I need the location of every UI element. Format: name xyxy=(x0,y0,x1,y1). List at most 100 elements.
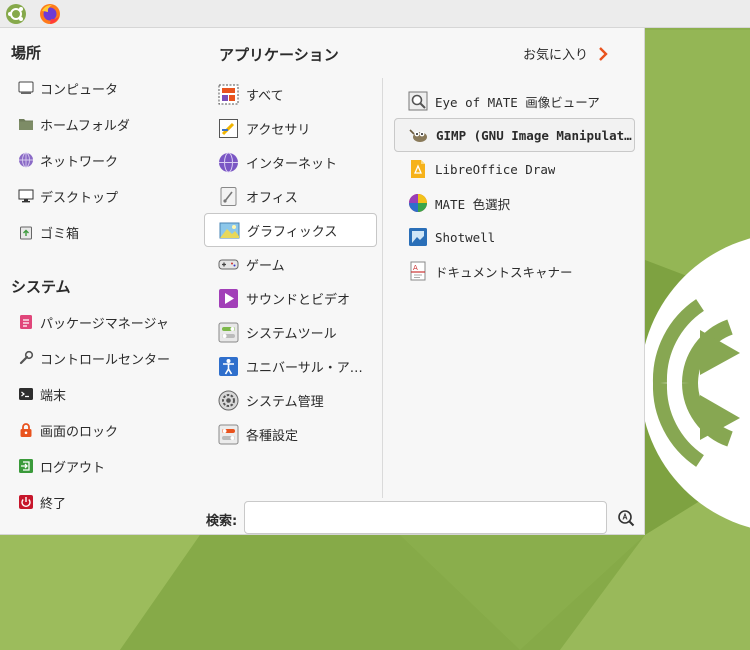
system-item-package-manager[interactable]: パッケージマネージャ xyxy=(10,304,200,340)
category-sound-video[interactable]: サウンドとビデオ xyxy=(204,281,377,315)
color-picker-icon xyxy=(409,194,427,212)
system-item-shutdown[interactable]: 終了 xyxy=(10,484,200,520)
search-input[interactable] xyxy=(244,501,607,534)
category-label: ユニバーサル・ア… xyxy=(246,360,363,376)
office-icon xyxy=(220,186,237,206)
system-item-logout[interactable]: ログアウト xyxy=(10,448,200,484)
accessibility-icon xyxy=(219,356,238,376)
column-divider xyxy=(382,78,383,498)
category-label: アクセサリ xyxy=(246,122,311,138)
category-accessories[interactable]: アクセサリ xyxy=(204,111,377,145)
place-item-home[interactable]: ホームフォルダ xyxy=(10,106,200,142)
category-label: ゲーム xyxy=(246,258,285,274)
package-icon xyxy=(20,315,32,329)
place-label: ゴミ箱 xyxy=(40,226,80,242)
category-label: システムツール xyxy=(246,326,337,342)
application-menu: 場所 コンピュータ ホームフォルダ ネットワーク デスクトップ ゴミ箱 システム… xyxy=(0,28,645,535)
app-item-libreoffice-draw[interactable]: LibreOffice Draw xyxy=(394,152,635,186)
scanner-icon: A xyxy=(410,261,426,281)
favorites-label: お気に入り xyxy=(523,48,589,63)
place-item-network[interactable]: ネットワーク xyxy=(10,142,200,178)
app-list: Eye of MATE 画像ビューア GIMP (GNU Image Manip… xyxy=(394,84,635,288)
shotwell-icon xyxy=(409,228,427,246)
svg-text:A: A xyxy=(413,264,418,272)
system-item-terminal[interactable]: 端末 xyxy=(10,376,200,412)
mate-menu-icon[interactable] xyxy=(5,3,27,25)
search-label: 検索: xyxy=(206,514,238,529)
terminal-icon xyxy=(19,388,33,400)
place-label: コンピュータ xyxy=(40,82,119,98)
category-universal-access[interactable]: ユニバーサル・ア… xyxy=(204,349,377,383)
system-label: 画面のロック xyxy=(40,424,119,440)
chevron-right-icon xyxy=(599,46,608,61)
app-label: ドキュメントスキャナー xyxy=(435,264,573,280)
category-label: オフィス xyxy=(246,190,298,206)
system-label: 端末 xyxy=(40,388,67,404)
graphics-icon xyxy=(219,222,240,238)
app-item-document-scanner[interactable]: A ドキュメントスキャナー xyxy=(394,254,635,288)
administration-icon xyxy=(218,390,239,410)
category-preferences[interactable]: 各種設定 xyxy=(204,417,377,451)
places-list: コンピュータ ホームフォルダ ネットワーク デスクトップ ゴミ箱 xyxy=(10,70,200,250)
category-office[interactable]: オフィス xyxy=(204,179,377,213)
category-label: グラフィックス xyxy=(247,224,338,240)
search-icon[interactable] xyxy=(617,509,635,527)
category-graphics[interactable]: グラフィックス xyxy=(204,213,377,247)
folder-icon xyxy=(19,119,33,130)
desktop-icon xyxy=(18,189,34,203)
app-item-mate-color-select[interactable]: MATE 色選択 xyxy=(394,186,635,220)
computer-icon xyxy=(18,81,34,94)
accessories-icon xyxy=(219,118,238,138)
category-label: すべて xyxy=(246,88,284,104)
system-item-control-center[interactable]: コントロールセンター xyxy=(10,340,200,376)
places-title: 場所 xyxy=(11,44,42,62)
place-label: デスクトップ xyxy=(40,190,119,206)
all-apps-icon xyxy=(218,84,239,104)
category-administration[interactable]: システム管理 xyxy=(204,383,377,417)
app-label: MATE 色選択 xyxy=(435,196,511,212)
place-item-computer[interactable]: コンピュータ xyxy=(10,70,200,106)
app-label: LibreOffice Draw xyxy=(435,161,556,177)
category-internet[interactable]: インターネット xyxy=(204,145,377,179)
top-panel xyxy=(0,0,750,28)
system-item-lock-screen[interactable]: 画面のロック xyxy=(10,412,200,448)
lock-icon xyxy=(20,423,32,437)
firefox-icon[interactable] xyxy=(39,3,61,25)
system-label: 終了 xyxy=(40,496,67,512)
place-item-trash[interactable]: ゴミ箱 xyxy=(10,214,200,250)
category-label: システム管理 xyxy=(246,394,324,410)
category-list: すべて アクセサリ インターネット オフィス グラフィックス ゲーム サウンドと… xyxy=(204,77,377,451)
favorites-button[interactable]: お気に入り xyxy=(523,44,609,63)
system-tools-icon xyxy=(218,322,239,342)
image-viewer-icon xyxy=(408,91,428,111)
app-label: Eye of MATE 画像ビューア xyxy=(435,94,600,110)
multimedia-icon xyxy=(219,288,238,308)
app-label: GIMP (GNU Image Manipulat… xyxy=(436,127,632,143)
trash-icon xyxy=(20,226,32,240)
system-label: コントロールセンター xyxy=(40,352,171,368)
place-label: ネットワーク xyxy=(40,154,119,170)
app-label: Shotwell xyxy=(435,229,496,245)
logout-icon xyxy=(19,459,33,473)
system-label: パッケージマネージャ xyxy=(40,316,169,332)
category-label: インターネット xyxy=(246,156,338,172)
category-system-tools[interactable]: システムツール xyxy=(204,315,377,349)
app-item-shotwell[interactable]: Shotwell xyxy=(394,220,635,254)
preferences-icon xyxy=(218,424,239,444)
gimp-icon xyxy=(409,129,427,142)
games-icon xyxy=(218,259,239,269)
category-label: 各種設定 xyxy=(246,428,299,444)
applications-title: アプリケーション xyxy=(219,46,339,64)
internet-icon xyxy=(219,152,238,172)
app-item-eye-of-mate[interactable]: Eye of MATE 画像ビューア xyxy=(394,84,635,118)
category-all[interactable]: すべて xyxy=(204,77,377,111)
category-games[interactable]: ゲーム xyxy=(204,247,377,281)
system-list: パッケージマネージャ コントロールセンター 端末 画面のロック ログアウト 終了 xyxy=(10,304,200,520)
category-label: サウンドとビデオ xyxy=(246,292,351,308)
place-label: ホームフォルダ xyxy=(40,118,130,134)
system-title: システム xyxy=(11,278,71,296)
place-item-desktop[interactable]: デスクトップ xyxy=(10,178,200,214)
wrench-icon xyxy=(19,350,34,365)
power-icon xyxy=(19,495,33,509)
app-item-gimp[interactable]: GIMP (GNU Image Manipulat… xyxy=(394,118,635,152)
